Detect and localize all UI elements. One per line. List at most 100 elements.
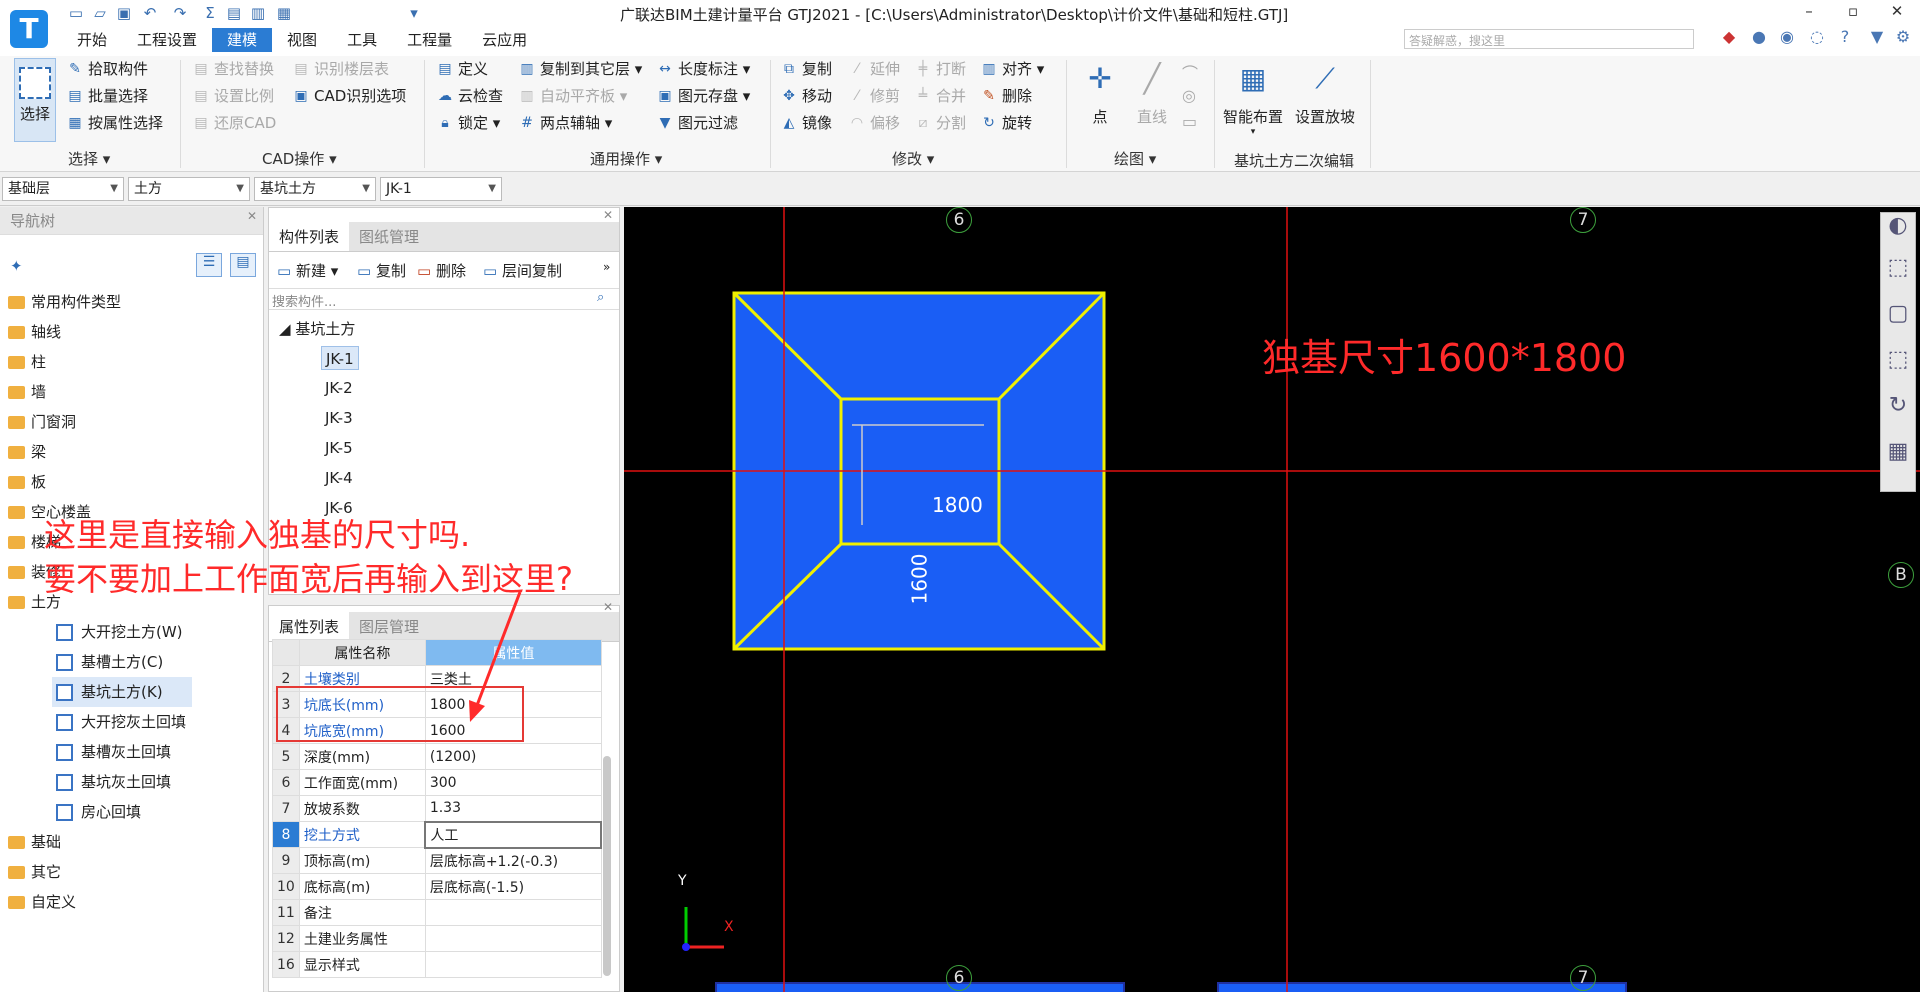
more-icon[interactable]: » [603, 260, 610, 274]
sum-icon[interactable]: Σ [200, 3, 220, 23]
save-element-button[interactable]: ▣ 图元存盘 ▾ [656, 83, 750, 109]
new-component-button[interactable]: ▭ 新建 ▾ [277, 260, 338, 281]
top-view-icon[interactable]: ▢ [1881, 301, 1915, 347]
line-button[interactable]: ╱ 直线 [1130, 62, 1174, 127]
copy-to-other-floor-button[interactable]: ▥ 复制到其它层 ▾ [518, 56, 642, 82]
set-scale-button[interactable]: ▤ 设置比例 [192, 83, 274, 109]
property-value[interactable] [424, 899, 602, 926]
tab-project-settings[interactable]: 工程设置 [122, 28, 212, 52]
close-icon[interactable]: ✕ [603, 208, 613, 222]
tab-property-list[interactable]: 属性列表 [269, 612, 350, 641]
list-view-icon[interactable]: ☰ [196, 253, 222, 277]
property-value[interactable]: 300 [424, 769, 602, 796]
tab-cloud[interactable]: 云应用 [467, 28, 542, 52]
property-value[interactable]: 层底标高+1.2(-0.3) [424, 847, 602, 874]
rect-icon[interactable]: ▭ [1182, 112, 1197, 131]
cloud-check-button[interactable]: ☁ 云检查 [436, 83, 503, 109]
grid-view-icon[interactable]: ▤ [230, 253, 256, 277]
tab-tools[interactable]: 工具 [332, 28, 392, 52]
component-select[interactable]: JK-1 ▼ [380, 177, 502, 201]
component-search-input[interactable]: 搜索构件... [269, 288, 619, 310]
category-select[interactable]: 土方 ▼ [128, 177, 250, 201]
floor-copy-button[interactable]: ▭ 层间复制 [483, 260, 562, 281]
help-icon[interactable]: ? [1834, 26, 1856, 48]
nav-item-axis[interactable]: 轴线 [8, 317, 61, 347]
pick-component-button[interactable]: ✎ 拾取构件 [66, 56, 148, 82]
property-value[interactable] [424, 951, 602, 978]
settings-icon[interactable]: ⚙ [1892, 26, 1914, 48]
circle-icon[interactable]: ◎ [1182, 86, 1196, 105]
nav-sub-open-excavation[interactable]: 大开挖土方(W) [56, 617, 183, 647]
property-row[interactable]: 10 底标高(m) 层底标高(-1.5) [272, 873, 602, 900]
nav-item-door-window[interactable]: 门窗洞 [8, 407, 76, 437]
chat-icon[interactable]: ◉ [1776, 26, 1798, 48]
property-row[interactable]: 7 放坡系数 1.33 [272, 795, 602, 822]
cad-options-button[interactable]: ▣ CAD识别选项 [292, 83, 406, 109]
nav-item-foundation[interactable]: 基础 [8, 827, 61, 857]
nav-sub-pit[interactable]: 基坑土方(K) [52, 677, 192, 707]
component-item[interactable]: JK-1 [321, 346, 359, 370]
3d-view-icon[interactable]: ⬚ [1881, 255, 1915, 301]
view-icon[interactable]: ▥ [248, 3, 268, 23]
align-button[interactable]: ▥ 对齐 ▾ [980, 56, 1044, 82]
scrollbar[interactable] [603, 756, 611, 976]
new-file-icon[interactable]: ▭ [66, 3, 86, 23]
nav-sub-lime-backfill-pit[interactable]: 基坑灰土回填 [56, 767, 171, 797]
property-value[interactable]: 人工 [424, 820, 603, 849]
select-button[interactable]: 选择 [14, 58, 56, 142]
minimize-button[interactable]: – [1794, 2, 1824, 20]
batch-select-button[interactable]: ▤ 批量选择 [66, 83, 148, 109]
rotate-view-icon[interactable]: ↻ [1881, 393, 1915, 439]
property-value[interactable]: 1.33 [424, 795, 602, 822]
shirt-icon[interactable]: ▼ [1866, 26, 1888, 48]
break-button[interactable]: ╪ 打断 [914, 56, 966, 82]
close-icon[interactable]: ✕ [603, 600, 613, 614]
nav-sub-trench[interactable]: 基槽土方(C) [56, 647, 163, 677]
copy-component-button[interactable]: ▭ 复制 [357, 260, 406, 281]
save-icon[interactable]: ▣ [114, 3, 134, 23]
open-file-icon[interactable]: ▱ [90, 3, 110, 23]
drawing-canvas[interactable]: 6 7 6 7 B 独基尺寸1600*1800 1800 1600 Y X [624, 207, 1920, 992]
component-group[interactable]: ◢ 基坑土方 [279, 318, 355, 339]
redo-icon[interactable]: ↷ [170, 3, 190, 23]
find-replace-button[interactable]: ▤ 查找替换 [192, 56, 274, 82]
tab-modeling[interactable]: 建模 [212, 28, 273, 52]
type-select[interactable]: 基坑土方 ▼ [254, 177, 376, 201]
pin-icon[interactable]: ✦ [10, 257, 23, 275]
component-item[interactable]: JK-3 [321, 406, 357, 430]
offset-button[interactable]: ◠ 偏移 [848, 110, 900, 136]
two-point-axis-button[interactable]: # 两点辅轴 ▾ [518, 110, 612, 136]
nav-item-slab[interactable]: 板 [8, 467, 46, 497]
rotate-button[interactable]: ↻ 旋转 [980, 110, 1032, 136]
trim-button[interactable]: ⁄ 修剪 [848, 83, 900, 109]
arc-icon[interactable]: ⌒ [1182, 60, 1198, 84]
front-view-icon[interactable]: ⬚ [1881, 347, 1915, 393]
property-value[interactable] [424, 925, 602, 952]
component-item[interactable]: JK-5 [321, 436, 357, 460]
nav-item-common[interactable]: 常用构件类型 [8, 287, 121, 317]
property-row[interactable]: 12 土建业务属性 [272, 925, 602, 952]
property-row[interactable]: 8 挖土方式 人工 [272, 820, 603, 849]
property-row[interactable]: 9 顶标高(m) 层底标高+1.2(-0.3) [272, 847, 602, 874]
property-row[interactable]: 6 工作面宽(mm) 300 [272, 769, 602, 796]
search-input[interactable]: 答疑解惑，搜这里 [1404, 29, 1694, 49]
recognize-floor-table-button[interactable]: ▤ 识别楼层表 [292, 56, 389, 82]
tab-component-list[interactable]: 构件列表 [269, 222, 350, 251]
property-value[interactable]: 层底标高(-1.5) [424, 873, 602, 900]
component-item[interactable]: JK-2 [321, 376, 357, 400]
merge-button[interactable]: ╧ 合并 [914, 83, 966, 109]
move-button[interactable]: ✥ 移动 [780, 83, 832, 109]
nav-sub-lime-backfill-trench[interactable]: 基槽灰土回填 [56, 737, 171, 767]
tab-drawing-mgmt[interactable]: 图纸管理 [349, 222, 429, 251]
tab-quantity[interactable]: 工程量 [392, 28, 467, 52]
report-icon[interactable]: ▤ [224, 3, 244, 23]
table-view-icon[interactable]: ▦ [1881, 439, 1915, 485]
extend-button[interactable]: ⁄ 延伸 [848, 56, 900, 82]
copy-button[interactable]: ⧉ 复制 [780, 56, 832, 82]
nav-item-custom[interactable]: 自定义 [8, 887, 76, 917]
component-item[interactable]: JK-4 [321, 466, 357, 490]
property-row[interactable]: 16 显示样式 [272, 951, 602, 978]
delete-component-button[interactable]: ▭ 删除 [417, 260, 466, 281]
nav-sub-lime-backfill-open[interactable]: 大开挖灰土回填 [56, 707, 186, 737]
length-dim-button[interactable]: ↔ 长度标注 ▾ [656, 56, 750, 82]
